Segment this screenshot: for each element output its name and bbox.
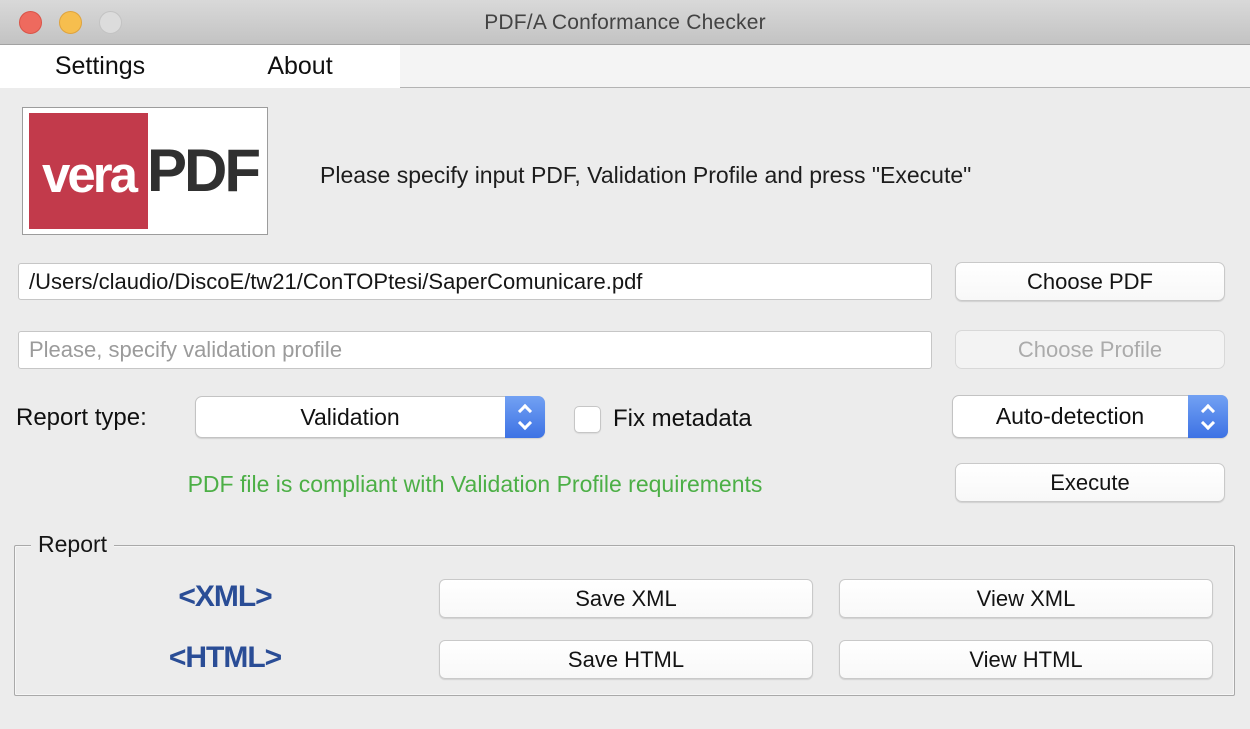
- html-format-label: <HTML>: [15, 641, 435, 675]
- report-groupbox: Report <XML> <HTML> Save XML View XML Sa…: [14, 545, 1235, 696]
- stepper-icon: [505, 396, 545, 438]
- verapdf-logo: vera PDF: [22, 107, 268, 235]
- status-message: PDF file is compliant with Validation Pr…: [18, 471, 932, 498]
- save-html-button[interactable]: Save HTML: [439, 640, 813, 679]
- chevron-down-icon: [1201, 415, 1215, 429]
- validation-profile-input[interactable]: [18, 331, 932, 369]
- window-title: PDF/A Conformance Checker: [0, 0, 1250, 45]
- logo-pdf-text: PDF: [147, 141, 258, 201]
- instruction-text: Please specify input PDF, Validation Pro…: [320, 162, 971, 189]
- view-html-button[interactable]: View HTML: [839, 640, 1213, 679]
- menu-item-about[interactable]: About: [200, 45, 400, 88]
- menu-item-settings[interactable]: Settings: [0, 45, 200, 88]
- pdf-path-input[interactable]: [18, 263, 932, 300]
- view-xml-button[interactable]: View XML: [839, 579, 1213, 618]
- flavour-select[interactable]: Auto-detection: [952, 395, 1228, 438]
- app-window: PDF/A Conformance Checker Settings About…: [0, 0, 1250, 729]
- report-type-selected-value: Validation: [196, 397, 504, 437]
- choose-profile-button: Choose Profile: [955, 330, 1225, 369]
- logo-red-block: vera: [29, 113, 148, 229]
- fix-metadata-label: Fix metadata: [613, 405, 752, 433]
- xml-format-label: <XML>: [15, 580, 435, 614]
- choose-pdf-button[interactable]: Choose PDF: [955, 262, 1225, 301]
- stepper-icon: [1188, 395, 1228, 438]
- menu-strip: Settings About: [0, 45, 400, 88]
- report-groupbox-legend: Report: [31, 531, 114, 558]
- execute-button[interactable]: Execute: [955, 463, 1225, 502]
- report-type-label: Report type:: [16, 404, 147, 432]
- save-xml-button[interactable]: Save XML: [439, 579, 813, 618]
- title-bar: PDF/A Conformance Checker: [0, 0, 1250, 45]
- fix-metadata-checkbox[interactable]: [574, 406, 601, 433]
- report-type-select[interactable]: Validation: [195, 396, 545, 438]
- flavour-selected-value: Auto-detection: [953, 396, 1187, 437]
- chevron-down-icon: [518, 416, 532, 430]
- menu-bar: Settings About: [0, 45, 1250, 88]
- logo-vera-text: vera: [42, 149, 135, 200]
